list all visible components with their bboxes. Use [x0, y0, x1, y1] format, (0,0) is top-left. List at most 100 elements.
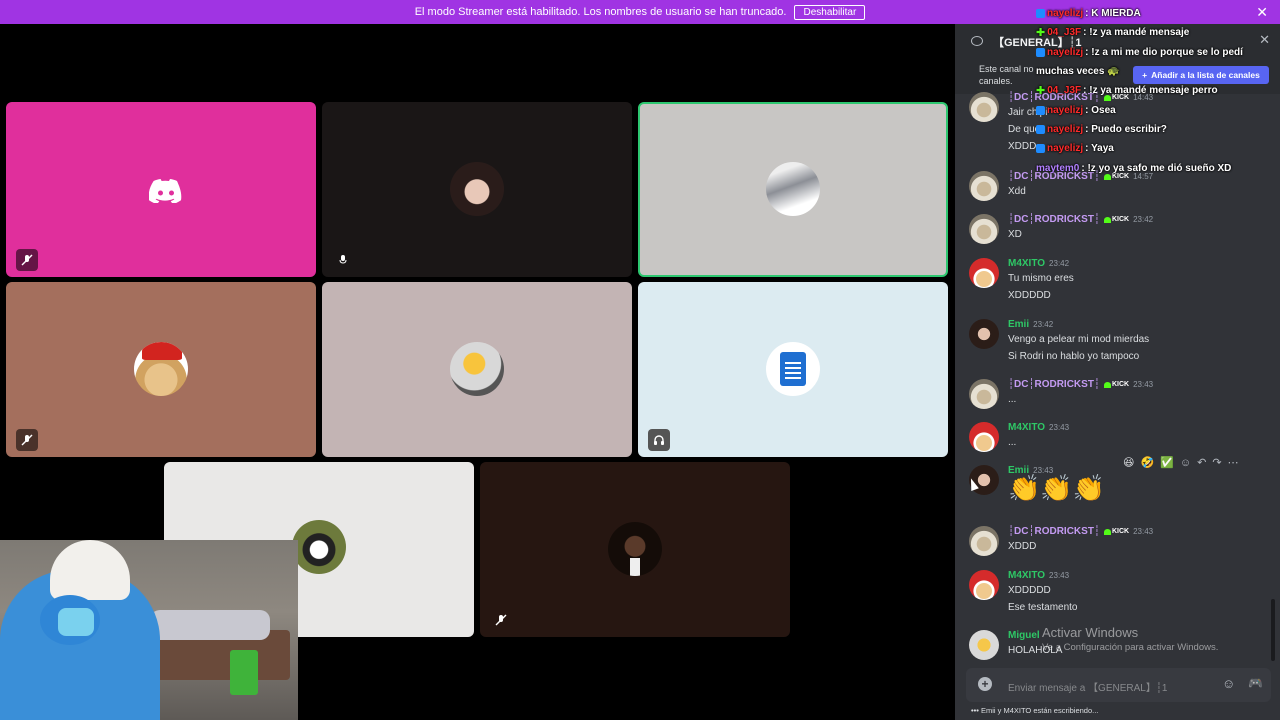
gamepad-icon[interactable]: 🎮 — [1248, 676, 1263, 690]
username[interactable]: ┆DC┆RODRICKST┆ — [1008, 379, 1100, 390]
avatar — [292, 520, 346, 574]
username[interactable]: M4XITO — [1008, 258, 1045, 269]
overlay-chat-row: maytem0: !z yo ya safo me dió sueño XD — [1036, 158, 1243, 177]
more-icon[interactable]: ⋯ — [1228, 456, 1239, 469]
notice-line1: Este canal no — [979, 64, 1034, 74]
overlay-chat-row: ✚ 04_J3F: !z ya mandé mensaje — [1036, 23, 1243, 42]
avatar — [766, 162, 820, 216]
message-header: ┆DC┆RODRICKST┆ KICK 23:43 — [1008, 379, 1153, 390]
message-text: XDDDDD — [1008, 585, 1051, 596]
avatar[interactable] — [969, 258, 999, 288]
watermark-title: Activar Windows — [1042, 625, 1139, 640]
overlay-chat-row: ✚ 04_J3F: !z ya mandé mensaje perro — [1036, 81, 1243, 100]
video-tile[interactable] — [6, 102, 316, 277]
sub-badge-icon — [1036, 47, 1045, 57]
username[interactable]: Miguel — [1008, 630, 1040, 641]
avatar — [450, 162, 504, 216]
kick-heart-icon — [1103, 528, 1111, 535]
overlay-chat-row: muchas veces 🐢 — [1036, 62, 1243, 81]
avatar[interactable] — [969, 171, 999, 201]
message-text: Xdd — [1008, 186, 1026, 197]
kick-badge: KICK — [1103, 381, 1129, 388]
thread-icon — [971, 36, 983, 46]
avatar[interactable] — [969, 422, 999, 452]
stream-chat-overlay: nayelizj: K MIERDA ✚ 04_J3F: !z ya mandé m… — [1036, 4, 1243, 178]
video-tile[interactable] — [322, 102, 632, 277]
overlay-chat-row: nayelizj: Osea — [1036, 100, 1243, 119]
message-text: XD — [1008, 229, 1022, 240]
overlay-text: : !z a mi me dio porque se lo pedí — [1085, 46, 1243, 58]
message-text: Tu mismo eres — [1008, 273, 1074, 284]
chat-message[interactable]: M4XITO 23:43 XDDDDD Ese testamento — [969, 570, 1269, 618]
message-hover-toolbar: 😆 🤣 ✅ ☺ ↶ ↷ ⋯ — [1123, 456, 1239, 470]
chat-message[interactable]: M4XITO 23:42 Tu mismo eres XDDDDD — [969, 258, 1269, 306]
chat-message[interactable]: ┆DC┆RODRICKST┆ KICK 23:43 XDDD — [969, 526, 1269, 557]
message-text: ... — [1008, 437, 1017, 448]
avatar[interactable] — [969, 319, 999, 349]
forward-icon[interactable]: ↷ — [1212, 456, 1221, 469]
chat-message[interactable]: Emii 23:43 👏👏👏 — [969, 465, 1269, 503]
disable-streamer-button[interactable]: Deshabilitar — [794, 4, 866, 20]
message-text: Si Rodri no hablo yo tampoco — [1008, 351, 1140, 362]
avatar[interactable] — [969, 526, 999, 556]
message-text: Ese testamento — [1008, 602, 1078, 613]
username[interactable]: M4XITO — [1008, 570, 1045, 581]
kick-label: KICK — [1111, 528, 1130, 535]
sub-badge-icon — [1036, 144, 1045, 154]
video-tile[interactable] — [638, 282, 948, 457]
overlay-text: : !z yo ya safo me dió sueño XD — [1081, 162, 1232, 174]
overlay-chat-row: nayelizj: K MIERDA — [1036, 4, 1243, 23]
timestamp: 23:42 — [1033, 320, 1054, 329]
timestamp: 23:43 — [1049, 571, 1070, 580]
video-tile-speaking[interactable] — [638, 102, 948, 277]
reply-icon[interactable]: ↶ — [1197, 456, 1206, 469]
message-header: M4XITO 23:42 — [1008, 258, 1069, 269]
message-input-bar[interactable]: + Enviar mensaje a 【GENERAL】┆1 ☺ 🎮 — [966, 668, 1271, 702]
message-text: 👏👏👏 — [1008, 473, 1106, 503]
typing-dots-icon: ••• — [971, 706, 979, 715]
chat-message[interactable]: ┆DC┆RODRICKST┆ KICK 23:43... — [969, 379, 1269, 410]
typing-indicator: ••• Emii y M4XITO están escribiendo... — [971, 706, 1099, 715]
avatar — [608, 522, 662, 576]
emoji-icon[interactable]: ☺ — [1222, 676, 1235, 691]
username[interactable]: Emii — [1008, 319, 1029, 330]
video-tile[interactable] — [322, 282, 632, 457]
overlay-text: : K MIERDA — [1085, 8, 1141, 20]
username[interactable]: ┆DC┆RODRICKST┆ — [1008, 214, 1100, 225]
reaction-check-icon[interactable]: ✅ — [1160, 456, 1174, 469]
chat-scrollbar[interactable] — [1271, 599, 1275, 661]
message-text: XDDD — [1008, 141, 1037, 152]
kick-heart-icon — [1103, 216, 1111, 223]
username[interactable]: ┆DC┆RODRICKST┆ — [1008, 526, 1100, 537]
avatar — [766, 342, 820, 396]
video-tile[interactable] — [480, 462, 790, 637]
add-reaction-icon[interactable]: ☺ — [1180, 457, 1191, 469]
avatar[interactable] — [969, 630, 999, 660]
video-tile[interactable] — [6, 282, 316, 457]
reaction-rofl-icon[interactable]: 🤣 — [1140, 456, 1154, 469]
timestamp: 23:43 — [1049, 423, 1070, 432]
overlay-username: nayelizj — [1047, 104, 1084, 116]
reaction-laugh-icon[interactable]: 😆 — [1123, 456, 1134, 469]
avatar[interactable] — [969, 214, 999, 244]
avatar[interactable] — [969, 92, 999, 122]
plus-badge-icon: ✚ — [1036, 27, 1046, 40]
overlay-chat-row: nayelizj: Puedo escribir? — [1036, 120, 1243, 139]
close-icon[interactable]: ✕ — [1256, 4, 1268, 21]
message-text: ... — [1008, 394, 1017, 405]
overlay-chat-row: nayelizj: !z a mi me dio porque se lo pe… — [1036, 43, 1243, 62]
chat-message[interactable]: M4XITO 23:43... — [969, 422, 1269, 453]
chat-message[interactable]: ┆DC┆RODRICKST┆ KICK 23:42 XD — [969, 214, 1269, 245]
chat-message[interactable]: Emii 23:42 Vengo a pelear mi mod mierdas Si… — [969, 319, 1269, 367]
avatar[interactable] — [969, 570, 999, 600]
message-input[interactable]: Enviar mensaje a 【GENERAL】┆1 — [1008, 679, 1167, 694]
attach-plus-icon[interactable]: + — [978, 677, 992, 691]
close-chat-icon[interactable]: ✕ — [1259, 32, 1270, 48]
overlay-text: : Osea — [1085, 104, 1116, 116]
overlay-text: : !z ya mandé mensaje perro — [1083, 85, 1218, 97]
avatar[interactable] — [969, 379, 999, 409]
mic-icon — [332, 249, 354, 271]
overlay-username: maytem0 — [1036, 162, 1080, 174]
username[interactable]: M4XITO — [1008, 422, 1045, 433]
mic-muted-icon — [490, 609, 512, 631]
